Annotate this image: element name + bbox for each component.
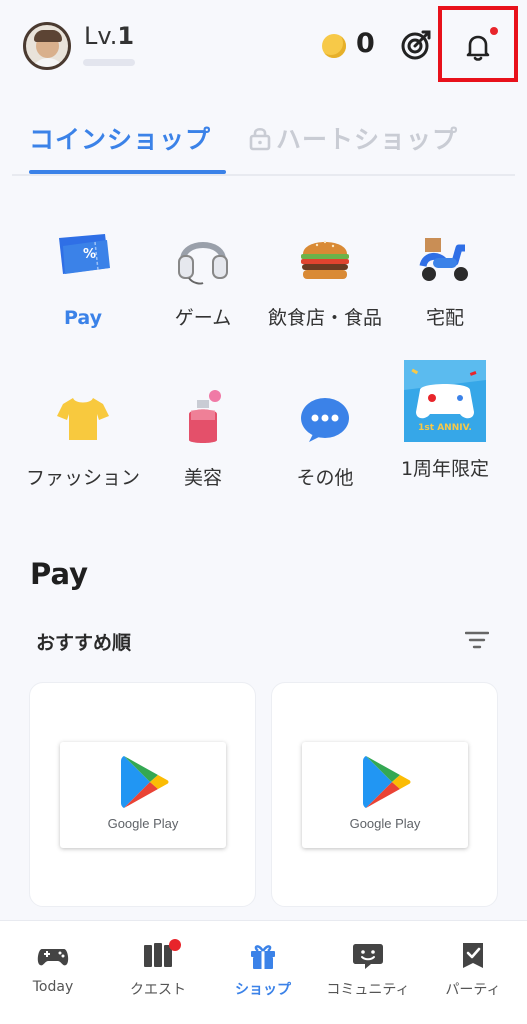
category-beauty[interactable]: 美容 [144, 388, 262, 493]
target-icon[interactable] [399, 28, 433, 62]
gift-icon [251, 945, 275, 969]
google-play-icon [121, 756, 169, 808]
xp-progress-bar [83, 59, 135, 66]
section-title: Pay [30, 557, 89, 591]
app-header: Lv.1 0 [0, 0, 527, 95]
google-play-icon [363, 756, 411, 808]
nav-party[interactable]: パーティ [423, 941, 523, 999]
nav-shop[interactable]: ショップ [213, 941, 313, 999]
avatar[interactable] [23, 22, 71, 70]
perfume-icon [189, 390, 221, 443]
tab-heart-shop[interactable]: ハートショップ [248, 120, 458, 156]
category-other[interactable]: その他 [266, 388, 384, 493]
filter-icon[interactable] [465, 630, 489, 650]
scooter-icon [419, 238, 468, 281]
svg-text:1st ANNIV.: 1st ANNIV. [418, 423, 472, 433]
party-flag-icon [463, 943, 483, 968]
coin-count: 0 [356, 28, 375, 59]
headset-icon [178, 242, 228, 285]
gift-card-image: Google Play [60, 742, 226, 848]
pay-icon: % [59, 234, 110, 274]
anniversary-banner: 1st ANNIV. [404, 360, 486, 442]
shop-tabs: コインショップ ハートショップ [12, 110, 515, 176]
nav-community[interactable]: コミュニティ [318, 941, 418, 999]
gift-card-image: Google Play [302, 742, 468, 848]
bell-icon [466, 35, 490, 61]
category-game[interactable]: ゲーム [144, 228, 262, 333]
notification-dot [490, 27, 498, 35]
bottom-navigation: Today クエスト ショップ コミュニティ パーティ [0, 920, 527, 1024]
sort-dropdown[interactable]: おすすめ順 [36, 628, 131, 655]
more-icon [301, 398, 349, 442]
coin-icon [322, 34, 346, 58]
brand-label: Google Play [349, 816, 421, 831]
gamepad-icon [37, 949, 69, 966]
notification-dot [169, 939, 181, 951]
category-fashion[interactable]: ファッション [24, 388, 142, 493]
product-card[interactable]: Google Play [271, 682, 498, 907]
notification-button[interactable] [438, 6, 518, 82]
tshirt-icon [57, 398, 109, 440]
svg-text:%: % [83, 247, 96, 262]
nav-today[interactable]: Today [3, 941, 103, 995]
nav-quest[interactable]: クエスト [108, 939, 208, 999]
active-tab-indicator [29, 170, 226, 174]
category-food[interactable]: 飲食店・食品 [266, 228, 384, 333]
category-pay[interactable]: % Pay [24, 228, 142, 333]
lock-icon [249, 127, 271, 151]
chat-icon [353, 944, 383, 969]
brand-label: Google Play [107, 816, 179, 831]
burger-icon [301, 240, 349, 279]
product-card[interactable]: Google Play [29, 682, 256, 907]
tab-coin-shop[interactable]: コインショップ [29, 120, 211, 156]
category-delivery[interactable]: 宅配 [386, 228, 504, 333]
level-label: Lv.1 [84, 22, 135, 50]
category-anniversary[interactable]: 1st ANNIV. 1周年限定 [386, 360, 504, 484]
